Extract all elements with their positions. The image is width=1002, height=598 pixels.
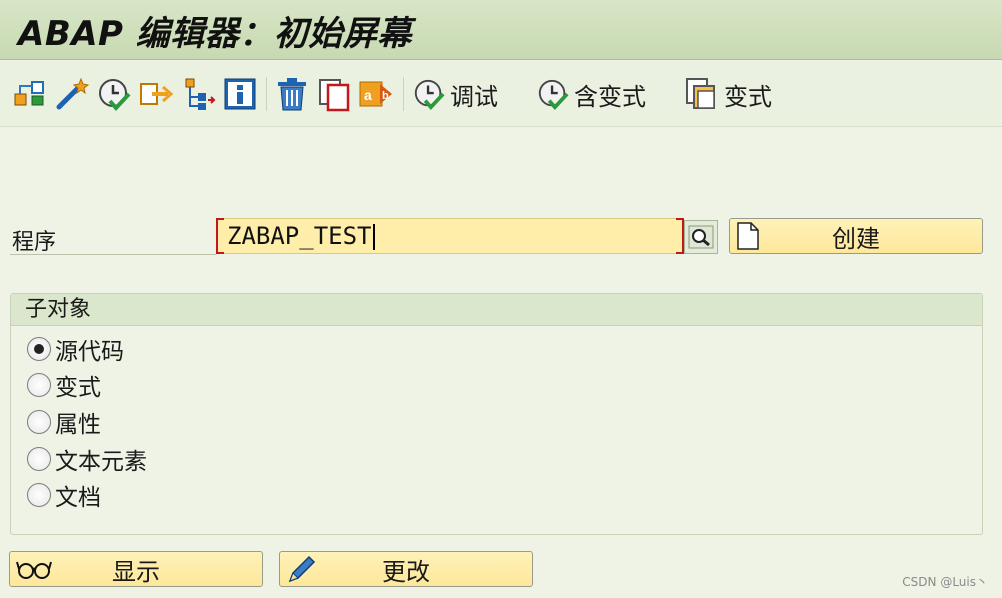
radio-label: 变式 bbox=[55, 375, 101, 401]
variant-button[interactable]: 变式 bbox=[684, 75, 772, 113]
magic-wand-icon[interactable] bbox=[54, 75, 90, 113]
with-variant-button[interactable]: 含变式 bbox=[536, 75, 646, 113]
search-help-button[interactable] bbox=[684, 220, 718, 254]
svg-text:a: a bbox=[364, 87, 372, 103]
variant-label: 变式 bbox=[724, 82, 772, 111]
hierarchy-icon[interactable] bbox=[12, 75, 48, 113]
pencil-icon bbox=[288, 555, 316, 583]
where-used-icon[interactable] bbox=[180, 75, 216, 113]
svg-text:b: b bbox=[382, 90, 389, 102]
program-input[interactable]: ZABAP_TEST bbox=[216, 218, 684, 254]
radio-label: 文档 bbox=[55, 485, 101, 511]
debug-label: 调试 bbox=[450, 82, 498, 111]
info-icon[interactable] bbox=[222, 75, 258, 113]
radio-button[interactable] bbox=[27, 410, 51, 434]
radio-text-elements[interactable]: 文本元素 bbox=[27, 444, 147, 475]
radio-label: 属性 bbox=[55, 412, 101, 438]
subobjects-title: 子对象 bbox=[11, 294, 982, 326]
create-button[interactable]: 创建 bbox=[729, 218, 983, 254]
watermark: CSDN @Luis丶 bbox=[902, 575, 988, 589]
text-cursor bbox=[372, 224, 375, 250]
display-button[interactable]: 显示 bbox=[9, 551, 263, 587]
radio-button[interactable] bbox=[27, 483, 51, 507]
execute-check-icon[interactable] bbox=[96, 75, 132, 113]
radio-attributes[interactable]: 属性 bbox=[27, 407, 101, 438]
program-label-underline bbox=[10, 254, 216, 255]
toolbar-separator bbox=[403, 77, 404, 111]
radio-label: 源代码 bbox=[55, 339, 124, 365]
rename-icon[interactable]: a b bbox=[358, 75, 394, 113]
program-label: 程序 bbox=[12, 230, 57, 255]
debug-icon bbox=[414, 79, 445, 111]
create-label: 创建 bbox=[832, 224, 880, 253]
execute-variant-icon bbox=[538, 79, 569, 111]
search-icon bbox=[688, 225, 714, 249]
copy-icon[interactable] bbox=[316, 75, 352, 113]
radio-button[interactable] bbox=[27, 373, 51, 397]
radio-variants[interactable]: 变式 bbox=[27, 370, 101, 401]
required-marker-right bbox=[676, 218, 684, 254]
radio-selected-dot bbox=[34, 344, 44, 354]
glasses-icon bbox=[16, 561, 52, 579]
toolbar-separator bbox=[266, 77, 267, 111]
radio-label: 文本元素 bbox=[55, 449, 147, 475]
radio-button[interactable] bbox=[27, 447, 51, 471]
subobjects-group: 子对象 源代码 变式 属性 文本元素 文档 bbox=[10, 293, 983, 535]
change-button[interactable]: 更改 bbox=[279, 551, 533, 587]
radio-source-code[interactable]: 源代码 bbox=[27, 334, 124, 365]
debug-button[interactable]: 调试 bbox=[412, 75, 498, 113]
program-value: ZABAP_TEST bbox=[227, 222, 372, 250]
export-icon[interactable] bbox=[138, 75, 174, 113]
window-title: ABAP 编辑器：初始屏幕 bbox=[18, 14, 412, 54]
variant-icon bbox=[686, 78, 715, 109]
application-toolbar: a b 调试 含变式 变式 bbox=[0, 61, 1002, 127]
radio-documentation[interactable]: 文档 bbox=[27, 480, 101, 511]
with-variant-label: 含变式 bbox=[574, 82, 646, 111]
delete-icon[interactable] bbox=[274, 75, 310, 113]
title-bar: ABAP 编辑器：初始屏幕 bbox=[0, 0, 1002, 60]
new-document-icon bbox=[737, 222, 759, 250]
radio-button[interactable] bbox=[27, 337, 51, 361]
required-marker-left bbox=[216, 218, 224, 254]
